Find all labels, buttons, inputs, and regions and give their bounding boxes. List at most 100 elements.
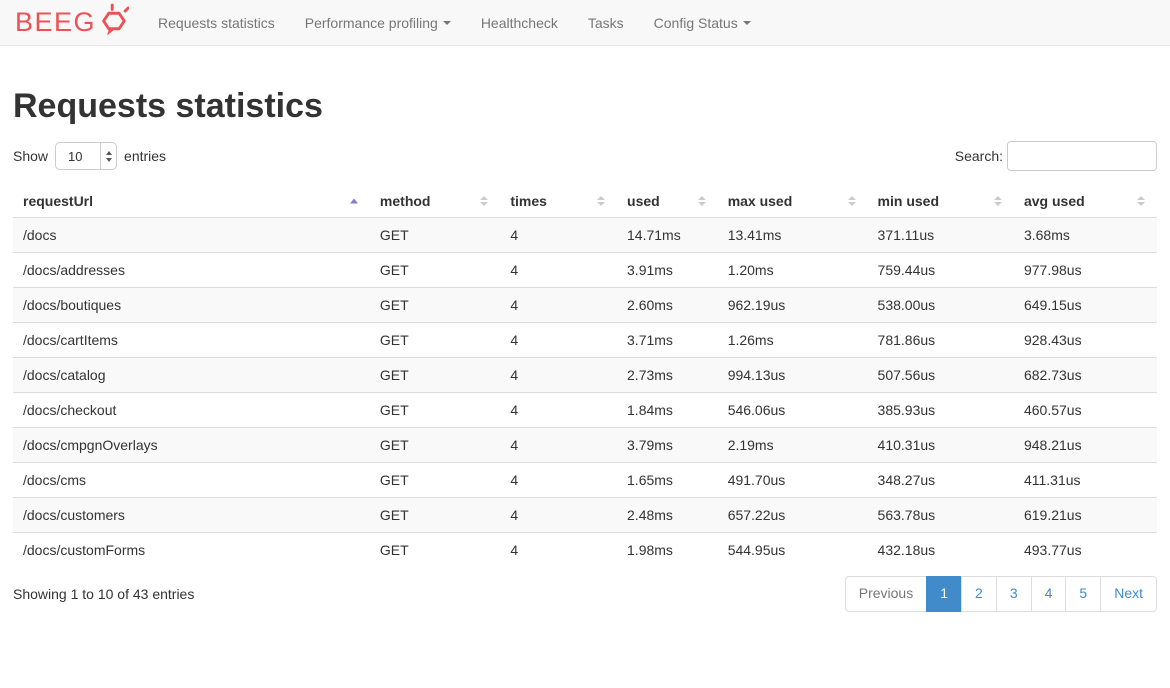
column-header-method[interactable]: method <box>370 185 500 218</box>
beego-bee-icon <box>98 2 129 43</box>
cell-times: 4 <box>500 498 617 533</box>
pagination-page-label: 1 <box>926 576 962 612</box>
pagination-page-1[interactable]: 1 <box>927 576 962 612</box>
pagination-previous-label: Previous <box>845 576 927 612</box>
top-navbar: BEEG Requests statistics Performance pro… <box>0 0 1170 46</box>
cell-max-used: 1.20ms <box>718 253 868 288</box>
cell-method: GET <box>370 323 500 358</box>
nav-item-requests-statistics[interactable]: Requests statistics <box>143 0 290 46</box>
pagination-page-label: 2 <box>961 576 997 612</box>
nav-item-healthcheck[interactable]: Healthcheck <box>466 0 573 46</box>
cell-avg-used: 682.73us <box>1014 358 1157 393</box>
search-label: Search: <box>955 148 1003 164</box>
pagination-page-label: 5 <box>1065 576 1101 612</box>
pagination-page-label: 3 <box>996 576 1032 612</box>
table-controls: Show 10 entries Search: <box>13 141 1157 171</box>
cell-method: GET <box>370 253 500 288</box>
cell-max-used: 2.19ms <box>718 428 868 463</box>
column-header-label: used <box>627 193 660 209</box>
cell-avg-used: 619.21us <box>1014 498 1157 533</box>
nav-item-config-status[interactable]: Config Status <box>639 0 766 46</box>
cell-used: 1.84ms <box>617 393 718 428</box>
cell-requesturl: /docs/cartItems <box>13 323 370 358</box>
cell-times: 4 <box>500 323 617 358</box>
show-label: Show <box>13 148 48 164</box>
nav-item-label: Config Status <box>654 15 738 31</box>
cell-min-used: 385.93us <box>868 393 1014 428</box>
pagination-page-5[interactable]: 5 <box>1066 576 1101 612</box>
pagination-page-2[interactable]: 2 <box>962 576 997 612</box>
cell-avg-used: 460.57us <box>1014 393 1157 428</box>
cell-requesturl: /docs/checkout <box>13 393 370 428</box>
cell-times: 4 <box>500 288 617 323</box>
beego-brand-link[interactable]: BEEG <box>15 2 129 43</box>
pagination: Previous 1 2 3 4 5 Next <box>845 576 1157 612</box>
column-header-max-used[interactable]: max used <box>718 185 868 218</box>
cell-min-used: 563.78us <box>868 498 1014 533</box>
beego-brand-text: BEEG <box>15 9 96 36</box>
nav-item-label: Tasks <box>588 15 624 31</box>
cell-requesturl: /docs/customForms <box>13 533 370 568</box>
cell-times: 4 <box>500 218 617 253</box>
cell-requesturl: /docs <box>13 218 370 253</box>
caret-down-icon <box>443 21 451 25</box>
cell-min-used: 538.00us <box>868 288 1014 323</box>
column-header-label: avg used <box>1024 193 1085 209</box>
nav-item-label: Performance profiling <box>305 15 438 31</box>
sort-both-icon <box>994 196 1002 206</box>
cell-avg-used: 928.43us <box>1014 323 1157 358</box>
cell-min-used: 432.18us <box>868 533 1014 568</box>
cell-times: 4 <box>500 253 617 288</box>
cell-requesturl: /docs/customers <box>13 498 370 533</box>
pagination-page-3[interactable]: 3 <box>997 576 1032 612</box>
navbar-menu: Requests statistics Performance profilin… <box>143 0 766 45</box>
cell-requesturl: /docs/cms <box>13 463 370 498</box>
search-input[interactable] <box>1007 141 1157 171</box>
column-header-requesturl[interactable]: requestUrl <box>13 185 370 218</box>
cell-times: 4 <box>500 358 617 393</box>
cell-avg-used: 411.31us <box>1014 463 1157 498</box>
table-row: /docs GET 4 14.71ms 13.41ms 371.11us 3.6… <box>13 218 1157 253</box>
nav-item-tasks[interactable]: Tasks <box>573 0 639 46</box>
cell-min-used: 371.11us <box>868 218 1014 253</box>
cell-min-used: 781.86us <box>868 323 1014 358</box>
column-header-times[interactable]: times <box>500 185 617 218</box>
cell-method: GET <box>370 288 500 323</box>
cell-requesturl: /docs/boutiques <box>13 288 370 323</box>
cell-max-used: 994.13us <box>718 358 868 393</box>
pagination-page-4[interactable]: 4 <box>1032 576 1067 612</box>
table-row: /docs/boutiques GET 4 2.60ms 962.19us 53… <box>13 288 1157 323</box>
requests-table: requestUrl method times used max used <box>13 185 1157 567</box>
cell-requesturl: /docs/catalog <box>13 358 370 393</box>
cell-min-used: 348.27us <box>868 463 1014 498</box>
entries-label: entries <box>124 148 166 164</box>
cell-times: 4 <box>500 463 617 498</box>
table-footer: Showing 1 to 10 of 43 entries Previous 1… <box>13 576 1157 612</box>
pagination-previous[interactable]: Previous <box>845 576 927 612</box>
column-header-avg-used[interactable]: avg used <box>1014 185 1157 218</box>
pagination-next[interactable]: Next <box>1101 576 1157 612</box>
search-control: Search: <box>955 141 1157 171</box>
cell-min-used: 759.44us <box>868 253 1014 288</box>
cell-used: 1.65ms <box>617 463 718 498</box>
cell-max-used: 657.22us <box>718 498 868 533</box>
column-header-used[interactable]: used <box>617 185 718 218</box>
pagination-next-label: Next <box>1100 576 1157 612</box>
table-row: /docs/customForms GET 4 1.98ms 544.95us … <box>13 533 1157 568</box>
nav-item-label: Requests statistics <box>158 15 275 31</box>
table-row: /docs/cartItems GET 4 3.71ms 1.26ms 781.… <box>13 323 1157 358</box>
cell-method: GET <box>370 498 500 533</box>
sort-both-icon <box>1137 196 1145 206</box>
cell-max-used: 1.26ms <box>718 323 868 358</box>
cell-times: 4 <box>500 393 617 428</box>
cell-used: 3.71ms <box>617 323 718 358</box>
cell-min-used: 507.56us <box>868 358 1014 393</box>
cell-method: GET <box>370 428 500 463</box>
column-header-min-used[interactable]: min used <box>868 185 1014 218</box>
cell-avg-used: 3.68ms <box>1014 218 1157 253</box>
cell-times: 4 <box>500 533 617 568</box>
nav-item-performance-profiling[interactable]: Performance profiling <box>290 0 466 46</box>
page-length-select[interactable]: 10 <box>55 142 117 170</box>
sort-both-icon <box>848 196 856 206</box>
caret-down-icon <box>743 21 751 25</box>
